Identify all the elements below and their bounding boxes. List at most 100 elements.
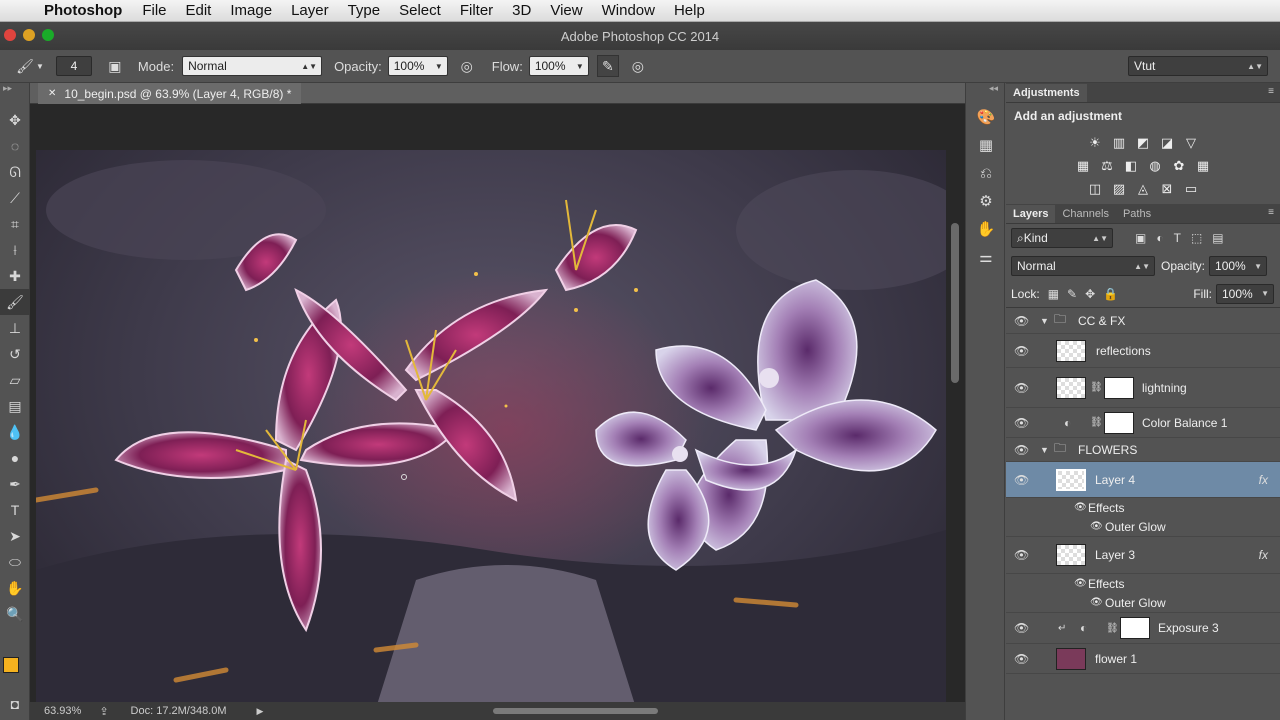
posterize-icon[interactable]: ▨ bbox=[1110, 180, 1128, 198]
eye-icon[interactable]: 👁 bbox=[1014, 381, 1029, 395]
dodge-tool-icon[interactable]: ● bbox=[0, 445, 30, 471]
menu-3d[interactable]: 3D bbox=[512, 2, 531, 19]
channel-mixer-icon[interactable]: ✿ bbox=[1170, 157, 1188, 175]
eye-icon[interactable]: 👁 bbox=[1014, 548, 1029, 562]
hue-saturation-icon[interactable]: ▦ bbox=[1074, 157, 1092, 175]
move-tool-icon[interactable]: ✥ bbox=[0, 107, 30, 133]
eye-icon[interactable]: 👁 bbox=[1014, 473, 1029, 487]
brush-panel-icon[interactable]: ▣ bbox=[104, 55, 126, 77]
type-tool-icon[interactable]: T bbox=[0, 497, 30, 523]
layer-reflections[interactable]: 👁 reflections bbox=[1006, 334, 1280, 368]
color-lookup-icon[interactable]: ▦ bbox=[1194, 157, 1212, 175]
pressure-size-icon[interactable]: ◎ bbox=[627, 55, 649, 77]
chevron-down-icon[interactable]: ▼ bbox=[36, 62, 44, 71]
quick-mask-icon[interactable]: ◘ bbox=[0, 691, 30, 717]
tab-adjustments[interactable]: Adjustments bbox=[1006, 84, 1087, 102]
brush-size-picker[interactable]: 4 bbox=[55, 56, 92, 76]
eraser-tool-icon[interactable]: ▱ bbox=[0, 367, 30, 393]
eye-icon[interactable]: 👁 bbox=[1014, 652, 1029, 666]
status-menu-icon[interactable]: ▶ bbox=[257, 706, 264, 717]
filter-adjustment-icon[interactable]: ◐ bbox=[1156, 231, 1163, 245]
menu-file[interactable]: File bbox=[142, 2, 166, 19]
curves-icon[interactable]: ◩ bbox=[1134, 134, 1152, 152]
shape-tool-icon[interactable]: ⬭ bbox=[0, 549, 30, 575]
brush-tool-icon[interactable]: 🖌 bbox=[0, 289, 30, 315]
layer-lightning[interactable]: 👁 ⛓ lightning bbox=[1006, 368, 1280, 408]
eye-icon[interactable]: 👁 bbox=[1074, 578, 1087, 589]
opacity-field[interactable]: 100% ▼ bbox=[387, 56, 448, 76]
disclosure-triangle-icon[interactable]: ▼ bbox=[1040, 316, 1049, 326]
swatches-panel-icon[interactable]: ▦ bbox=[966, 131, 1006, 159]
lasso-tool-icon[interactable]: ᘏ bbox=[0, 159, 30, 185]
selective-color-icon[interactable]: ⊠ bbox=[1158, 180, 1176, 198]
levels-icon[interactable]: ▥ bbox=[1110, 134, 1128, 152]
tab-channels[interactable]: Channels bbox=[1055, 205, 1115, 223]
zoom-level[interactable]: 63.93% bbox=[44, 705, 81, 717]
fx-badge[interactable]: fx bbox=[1259, 548, 1268, 562]
layer-group-flowers[interactable]: 👁 ▼ 🗀 FLOWERS bbox=[1006, 438, 1280, 462]
layer-mask-thumbnail[interactable] bbox=[1120, 617, 1150, 639]
eye-icon[interactable]: 👁 bbox=[1090, 521, 1103, 532]
expand-panels-icon[interactable]: ◂◂ bbox=[966, 83, 1004, 103]
brush-panel-icon-strip[interactable]: ⚌ bbox=[966, 243, 1006, 271]
gradient-map-icon[interactable]: ▭ bbox=[1182, 180, 1200, 198]
layer-color-balance[interactable]: 👁 ◐ ⛓ Color Balance 1 bbox=[1006, 408, 1280, 438]
eye-icon[interactable]: 👁 bbox=[1014, 314, 1029, 328]
menu-edit[interactable]: Edit bbox=[186, 2, 212, 19]
layers-panel-menu-icon[interactable]: ≡ bbox=[1268, 207, 1274, 218]
filter-type-icon[interactable]: T bbox=[1174, 231, 1181, 245]
history-panel-icon[interactable]: ⎌ bbox=[966, 159, 1006, 187]
minimize-window-button[interactable] bbox=[23, 29, 35, 41]
menu-help[interactable]: Help bbox=[674, 2, 705, 19]
color-balance-icon[interactable]: ⚖ bbox=[1098, 157, 1116, 175]
exposure-icon[interactable]: ◪ bbox=[1158, 134, 1176, 152]
crop-tool-icon[interactable]: ⌗ bbox=[0, 211, 30, 237]
tab-layers[interactable]: Layers bbox=[1006, 205, 1056, 223]
flow-field[interactable]: 100% ▼ bbox=[528, 56, 589, 76]
photo-filter-icon[interactable]: ◍ bbox=[1146, 157, 1164, 175]
menu-image[interactable]: Image bbox=[230, 2, 272, 19]
layer-mask-thumbnail[interactable] bbox=[1104, 376, 1134, 399]
eye-icon[interactable]: 👁 bbox=[1014, 621, 1029, 635]
eye-icon[interactable]: 👁 bbox=[1014, 416, 1029, 430]
menu-type[interactable]: Type bbox=[348, 2, 381, 19]
airbrush-icon[interactable]: ✎ bbox=[596, 55, 619, 77]
image-canvas[interactable] bbox=[36, 150, 946, 708]
eye-icon[interactable]: 👁 bbox=[1014, 344, 1029, 358]
tab-paths[interactable]: Paths bbox=[1116, 205, 1158, 223]
filter-shape-icon[interactable]: ⬚ bbox=[1191, 231, 1202, 245]
close-window-button[interactable] bbox=[4, 29, 16, 41]
app-menu[interactable]: Photoshop bbox=[44, 2, 122, 19]
menu-window[interactable]: Window bbox=[602, 2, 655, 19]
fill-field[interactable]: 100% ▼ bbox=[1216, 283, 1274, 304]
menu-select[interactable]: Select bbox=[399, 2, 441, 19]
eye-icon[interactable]: 👁 bbox=[1090, 597, 1103, 608]
eye-icon[interactable]: 👁 bbox=[1014, 443, 1029, 457]
layer-mask-thumbnail[interactable] bbox=[1104, 411, 1134, 434]
path-selection-tool-icon[interactable]: ➤ bbox=[0, 523, 30, 549]
eyedropper-tool-icon[interactable]: ⟊ bbox=[0, 237, 30, 263]
workspace-select[interactable]: Vtut ▲▼ bbox=[1128, 56, 1268, 76]
foreground-color-swatch[interactable] bbox=[3, 657, 19, 673]
panel-menu-icon[interactable]: ≡ bbox=[1268, 86, 1274, 97]
layer-opacity-field[interactable]: 100% ▼ bbox=[1209, 256, 1268, 276]
pressure-opacity-icon[interactable]: ◎ bbox=[456, 55, 478, 77]
history-brush-tool-icon[interactable]: ↺ bbox=[0, 341, 30, 367]
gradient-tool-icon[interactable]: ▤ bbox=[0, 393, 30, 419]
menu-view[interactable]: View bbox=[550, 2, 582, 19]
layer-3[interactable]: 👁 Layer 3 fx bbox=[1006, 536, 1280, 574]
threshold-icon[interactable]: ◬ bbox=[1134, 180, 1152, 198]
collapse-icon[interactable]: ▸▸ bbox=[0, 83, 29, 107]
brightness-contrast-icon[interactable]: ☀ bbox=[1086, 134, 1104, 152]
blur-tool-icon[interactable]: 💧 bbox=[0, 419, 30, 445]
marquee-tool-icon[interactable]: ◌ bbox=[0, 133, 30, 159]
filter-pixel-icon[interactable]: ▣ bbox=[1135, 231, 1146, 245]
menu-layer[interactable]: Layer bbox=[291, 2, 329, 19]
properties-panel-icon[interactable]: ⚙ bbox=[966, 187, 1006, 215]
lock-image-icon[interactable]: ✎ bbox=[1067, 287, 1077, 301]
brush-preset-icon[interactable]: 🖌 bbox=[14, 55, 36, 77]
filter-kind-select[interactable]: ⌕ Kind ▲▼ bbox=[1011, 228, 1113, 248]
layer-exposure[interactable]: 👁 ↵ ◐ ⛓ Exposure 3 bbox=[1006, 612, 1280, 644]
filter-smart-object-icon[interactable]: ▤ bbox=[1212, 231, 1223, 245]
lock-transparent-icon[interactable]: ▦ bbox=[1048, 287, 1059, 301]
